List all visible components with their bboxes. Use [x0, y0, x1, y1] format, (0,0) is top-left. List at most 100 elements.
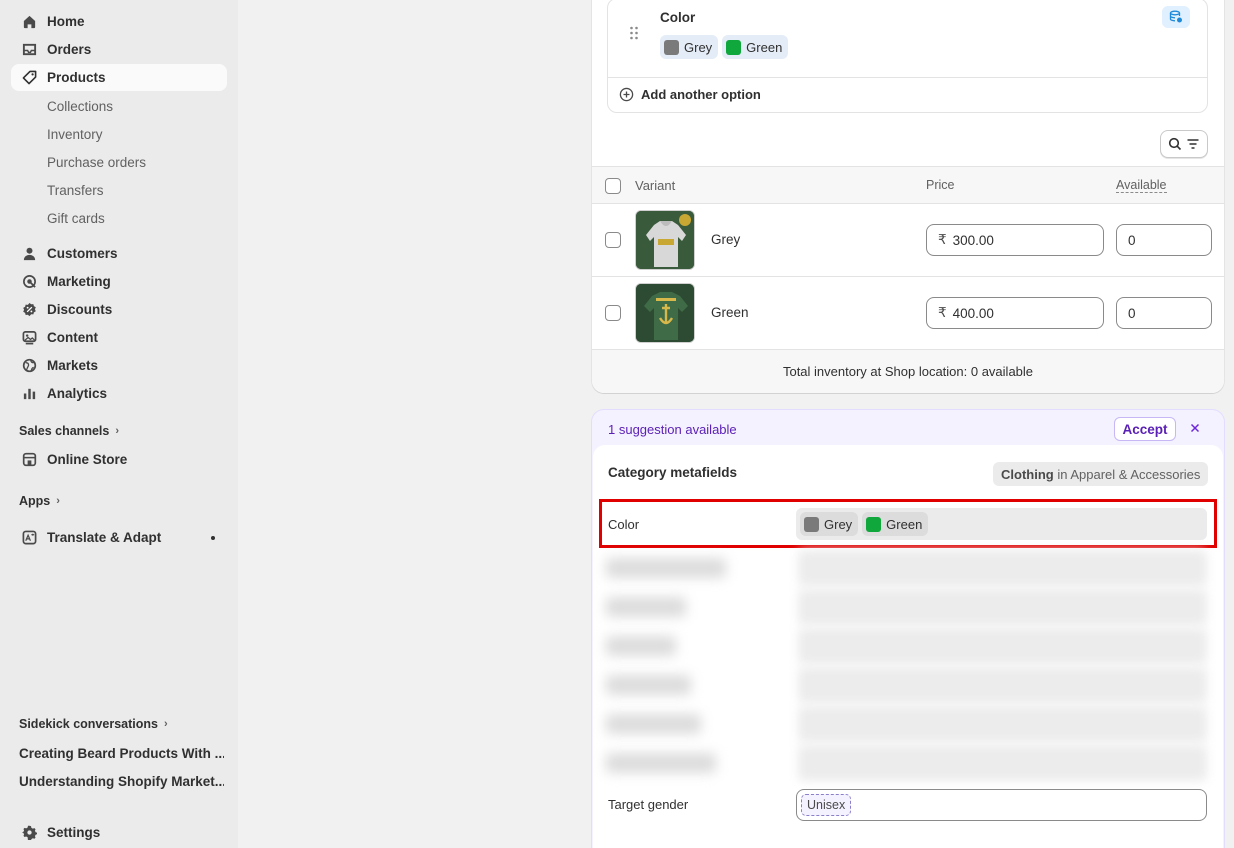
sidebar-item-settings[interactable]: Settings [11, 819, 227, 846]
sidebar-subitem-transfers[interactable]: Transfers [47, 179, 104, 201]
sidebar-subitem-purchase-orders[interactable]: Purchase orders [47, 151, 146, 173]
option-value-pill: Green [722, 35, 789, 59]
available-input[interactable]: 0 [1116, 297, 1212, 329]
discount-icon [21, 302, 37, 318]
options-box: Color Grey Green Add another option [607, 0, 1208, 113]
sidebar-item-label: Content [47, 330, 98, 345]
column-header-variant[interactable]: Variant [635, 178, 675, 193]
variant-thumbnail[interactable] [635, 210, 695, 270]
available-value: 0 [1128, 305, 1136, 321]
sidebar-subitem-inventory[interactable]: Inventory [47, 123, 103, 145]
sidebar-item-label: Home [47, 14, 85, 29]
add-option-button[interactable]: Add another option [619, 87, 761, 102]
sidekick-heading[interactable]: Sidekick conversations › [19, 714, 168, 734]
sidebar-item-home[interactable]: Home [11, 8, 227, 35]
available-value: 0 [1128, 232, 1136, 248]
table-row[interactable]: Grey ₹ 300.00 0 [592, 204, 1224, 277]
target-gender-label: Target gender [608, 797, 689, 812]
sidebar-subitem-collections[interactable]: Collections [47, 95, 113, 117]
blurred-metafield-row [606, 706, 1207, 742]
metafield-connected-icon[interactable] [1162, 6, 1190, 28]
color-value-label: Green [886, 516, 923, 532]
globe-icon [21, 358, 37, 374]
select-all-checkbox[interactable] [605, 178, 621, 194]
sales-channels-heading[interactable]: Sales channels › [19, 421, 119, 441]
sidebar-item-content[interactable]: Content [11, 324, 227, 351]
home-icon [21, 14, 37, 30]
color-metafield-label: Color [608, 517, 640, 532]
accept-label: Accept [1122, 421, 1168, 437]
drag-handle-icon[interactable] [629, 26, 639, 43]
option-value-pill: Grey [660, 35, 719, 59]
sidekick-conversation-item[interactable]: Creating Beard Products With ... [19, 742, 224, 764]
sidebar-item-discounts[interactable]: Discounts [11, 296, 227, 323]
sidebar-item-analytics[interactable]: Analytics [11, 380, 227, 407]
color-swatch [726, 39, 742, 55]
variant-name: Grey [711, 232, 741, 247]
sidebar: Home Orders Products Collections Invento… [0, 0, 238, 848]
hoodie-image-icon [636, 211, 694, 269]
sidebar-item-marketing[interactable]: Marketing [11, 268, 227, 295]
option-value-label: Green [746, 39, 783, 55]
sidebar-item-label: Orders [47, 42, 92, 57]
variants-table-header: Variant Price Available [592, 166, 1224, 204]
tshirt-image-icon [636, 284, 694, 342]
row-checkbox[interactable] [605, 232, 621, 248]
total-inventory-text: Total inventory at Shop location: 0 avai… [782, 364, 1034, 379]
column-header-price: Price [926, 178, 955, 192]
apps-heading[interactable]: Apps › [19, 491, 60, 511]
sidebar-item-label: Online Store [47, 452, 128, 467]
sidebar-item-label: Markets [47, 358, 99, 373]
category-name: Clothing [1001, 466, 1054, 482]
option-value-label: Grey [684, 39, 713, 55]
blurred-metafield-row [606, 745, 1207, 781]
currency-prefix: ₹ [938, 232, 947, 247]
accept-button[interactable]: Accept [1114, 417, 1176, 441]
option-values: Grey Green [660, 35, 792, 59]
sidebar-item-products[interactable]: Products [11, 64, 227, 91]
price-input[interactable]: ₹ 400.00 [926, 297, 1104, 329]
price-value: 300.00 [952, 232, 994, 248]
store-icon [21, 452, 37, 468]
column-header-available[interactable]: Available [1116, 178, 1167, 193]
target-gender-tag[interactable]: Unisex [801, 794, 852, 816]
color-swatch [866, 516, 882, 532]
sidebar-item-online-store[interactable]: Online Store [11, 446, 227, 473]
sidebar-item-label: Customers [47, 246, 118, 261]
plus-circle-icon [619, 87, 634, 102]
bar-chart-icon [21, 386, 37, 402]
sidebar-item-label: Discounts [47, 302, 113, 317]
inventory-footer: Total inventory at Shop location: 0 avai… [592, 350, 1224, 393]
row-checkbox[interactable] [605, 305, 621, 321]
color-metafield-value[interactable]: Grey Green [796, 508, 1207, 540]
person-icon [21, 246, 37, 262]
close-icon[interactable] [1188, 421, 1202, 435]
sidebar-item-label: Translate & Adapt [47, 530, 162, 545]
table-row[interactable]: Green ₹ 400.00 0 [592, 277, 1224, 350]
price-input[interactable]: ₹ 300.00 [926, 224, 1104, 256]
variant-thumbnail[interactable] [635, 283, 695, 343]
sidebar-item-customers[interactable]: Customers [11, 240, 227, 267]
sidekick-conversation-item[interactable]: Understanding Shopify Market... [19, 770, 224, 792]
color-swatch [664, 39, 679, 55]
target-gender-field[interactable]: Unisex [796, 789, 1207, 821]
color-value-pill: Grey [800, 512, 859, 536]
category-badge[interactable]: Clothing in Apparel & Accessories [993, 462, 1209, 486]
available-input[interactable]: 0 [1116, 224, 1212, 256]
search-filter-button[interactable] [1160, 130, 1208, 158]
image-icon [21, 330, 37, 346]
chevron-right-icon: › [56, 495, 60, 507]
sidebar-item-markets[interactable]: Markets [11, 352, 227, 379]
sidekick-label: Sidekick conversations [19, 717, 158, 731]
sidebar-item-label: Settings [47, 825, 101, 840]
color-value-label: Grey [824, 516, 853, 532]
target-icon [21, 274, 37, 290]
inbox-icon [21, 42, 37, 58]
sidebar-subitem-gift-cards[interactable]: Gift cards [47, 207, 105, 229]
sidebar-item-translate-adapt[interactable]: Translate & Adapt [11, 524, 227, 551]
sales-channels-label: Sales channels [19, 424, 110, 438]
sidebar-item-label: Analytics [47, 386, 108, 401]
chevron-right-icon: › [163, 718, 168, 730]
sidebar-item-orders[interactable]: Orders [11, 36, 227, 63]
chevron-right-icon: › [115, 425, 119, 437]
